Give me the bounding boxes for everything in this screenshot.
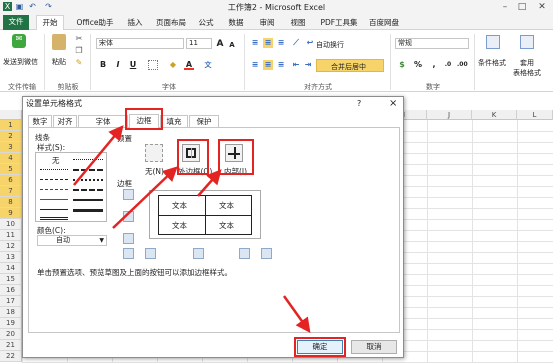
tab-border[interactable]: 边框 <box>129 114 159 128</box>
annotation-arrows <box>73 125 311 334</box>
arrow-to-inside-preset <box>197 169 222 197</box>
arrow-to-border-tab <box>73 125 124 186</box>
arrow-to-ok-button <box>282 295 311 334</box>
arrow-to-outline-preset <box>112 166 178 229</box>
